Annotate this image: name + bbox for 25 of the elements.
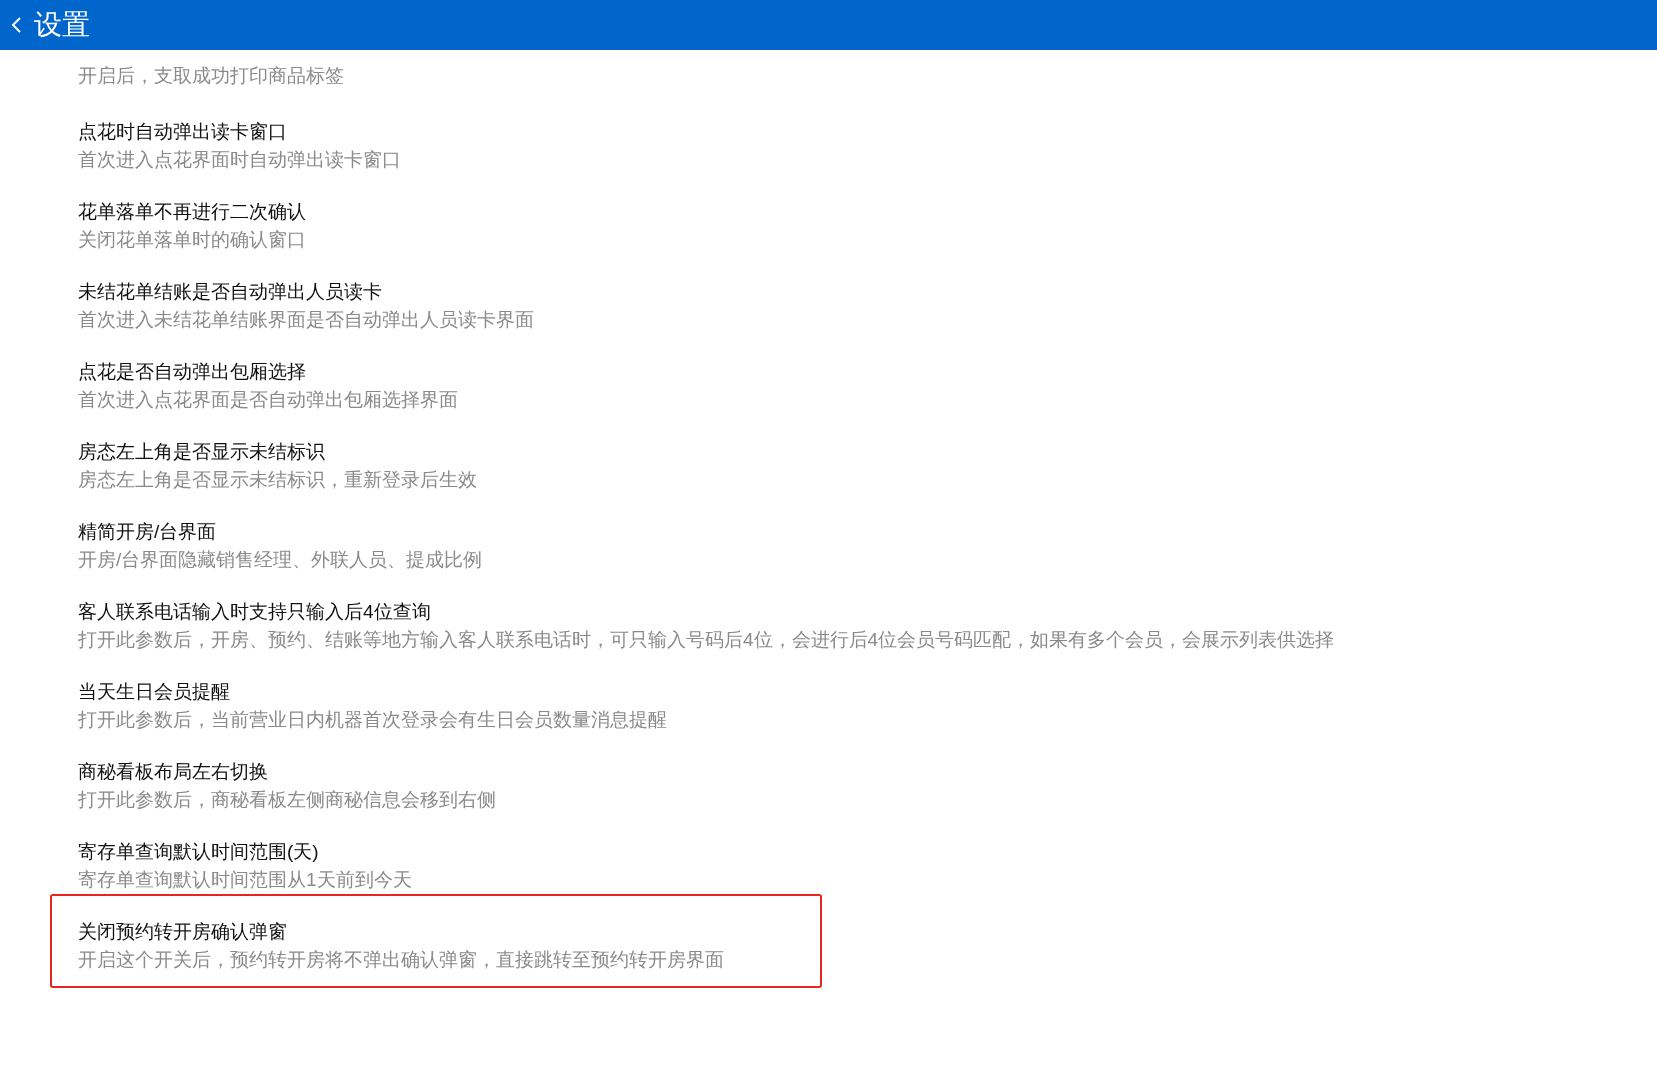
setting-title: 商秘看板布局左右切换 [78,760,269,784]
setting-title: 寄存单查询默认时间范围(天) [78,840,320,864]
setting-title: 客人联系电话输入时支持只输入后4位查询 [78,600,432,624]
setting-title: 花单落单不再进行二次确认 [78,200,307,224]
setting-title: 关闭预约转开房确认弹窗 [78,920,288,944]
back-icon[interactable] [10,15,24,35]
setting-description: 房态左上角是否显示未结标识，重新登录后生效 [78,468,478,492]
setting-description: 开启后，支取成功打印商品标签 [78,64,345,88]
setting-title: 点花时自动弹出读卡窗口 [78,120,288,144]
setting-description: 首次进入未结花单结账界面是否自动弹出人员读卡界面 [78,308,535,332]
setting-description: 开启这个开关后，预约转开房将不弹出确认弹窗，直接跳转至预约转开房界面 [78,948,725,972]
setting-title: 房态左上角是否显示未结标识 [78,440,326,464]
setting-title: 点花是否自动弹出包厢选择 [78,360,307,384]
page-title: 设置 [34,11,90,39]
setting-description: 首次进入点花界面是否自动弹出包厢选择界面 [78,388,459,412]
setting-title: 未结花单结账是否自动弹出人员读卡 [78,280,383,304]
setting-description: 打开此参数后，当前营业日内机器首次登录会有生日会员数量消息提醒 [78,708,668,732]
setting-description: 首次进入点花界面时自动弹出读卡窗口 [78,148,402,172]
setting-description: 开房/台界面隐藏销售经理、外联人员、提成比例 [78,548,484,572]
setting-description: 关闭花单落单时的确认窗口 [78,228,307,252]
setting-title: 当天生日会员提醒 [78,680,231,704]
setting-description: 寄存单查询默认时间范围从1天前到今天 [78,868,413,892]
setting-description: 打开此参数后，开房、预约、结账等地方输入客人联系电话时，可只输入号码后4位，会进行后4位会员号码匹配，如果有多个会员，会展示列表供选择 [78,628,1336,652]
setting-description: 打开此参数后，商秘看板左侧商秘信息会移到右侧 [78,788,497,812]
setting-title: 精简开房/台界面 [78,520,218,544]
